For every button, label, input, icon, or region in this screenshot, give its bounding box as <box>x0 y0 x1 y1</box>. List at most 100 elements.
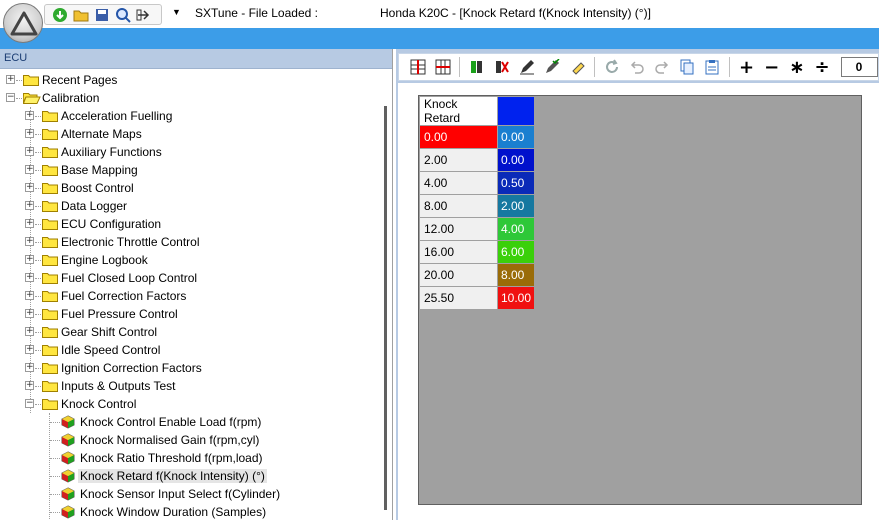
table-row: 4.00 0.50 <box>419 171 536 195</box>
tree-item-boost-control[interactable]: Boost Control <box>61 181 134 195</box>
go-online-icon[interactable] <box>51 6 69 24</box>
value-cell[interactable]: 8.00 <box>496 263 536 287</box>
axis-cell[interactable]: 20.00 <box>419 263 498 287</box>
paste-icon[interactable] <box>700 55 725 79</box>
expand-icon[interactable]: + <box>25 201 34 210</box>
tree-item-calibration[interactable]: Calibration <box>42 91 99 105</box>
tree-item-auxiliary-functions[interactable]: Auxiliary Functions <box>61 145 162 159</box>
add-button[interactable]: + <box>734 57 759 78</box>
map-editor-pane: + − ∗ ÷ 0 Knock Retard 0.00 0.00 2.00 0.00 4… <box>396 49 879 520</box>
expand-icon[interactable]: + <box>25 291 34 300</box>
axis-cell[interactable]: 25.50 <box>419 286 498 310</box>
axis-cell[interactable]: 0.00 <box>419 125 498 149</box>
tree-item-electronic-throttle-control[interactable]: Electronic Throttle Control <box>61 235 200 249</box>
undo-icon[interactable] <box>624 55 649 79</box>
tree-item-gear-shift-control[interactable]: Gear Shift Control <box>61 325 157 339</box>
value-cell[interactable]: 4.00 <box>496 217 536 241</box>
edit-pencil-icon[interactable] <box>515 55 540 79</box>
axis-cell[interactable]: 12.00 <box>419 217 498 241</box>
open-file-icon[interactable] <box>72 6 90 24</box>
app-logo-icon[interactable] <box>3 3 43 43</box>
tree-item-knock-window-duration-samples[interactable]: Knock Window Duration (Samples) <box>80 505 266 519</box>
subtract-button[interactable]: − <box>759 57 784 78</box>
expand-icon[interactable]: + <box>25 255 34 264</box>
expand-icon[interactable]: + <box>25 237 34 246</box>
tree-item-data-logger[interactable]: Data Logger <box>61 199 127 213</box>
tree-item-inputs-outputs-test[interactable]: Inputs & Outputs Test <box>61 379 176 393</box>
insert-row-icon[interactable] <box>405 55 430 79</box>
tree-item-knock-control[interactable]: Knock Control <box>61 397 136 411</box>
value-cell[interactable]: 0.00 <box>496 125 536 149</box>
eraser-icon[interactable] <box>565 55 590 79</box>
tree-item-knock-ratio-threshold-f-rpm-load[interactable]: Knock Ratio Threshold f(rpm,load) <box>80 451 263 465</box>
tree-item-knock-retard-f-knock-intensity[interactable]: Knock Retard f(Knock Intensity) (°) <box>78 469 267 483</box>
expand-icon[interactable]: + <box>6 75 15 84</box>
expand-icon[interactable]: + <box>25 309 34 318</box>
expand-icon[interactable]: + <box>25 273 34 282</box>
axis-cell[interactable]: 4.00 <box>419 171 498 195</box>
tree-item-idle-speed-control[interactable]: Idle Speed Control <box>61 343 160 357</box>
divide-button[interactable]: ÷ <box>809 57 834 78</box>
operand-input[interactable]: 0 <box>840 57 878 77</box>
table-row: 0.00 0.00 <box>419 125 536 149</box>
expand-icon[interactable]: + <box>25 165 34 174</box>
insert-column-icon[interactable] <box>430 55 455 79</box>
tree-item-knock-normalised-gain-f-rpm-cyl[interactable]: Knock Normalised Gain f(rpm,cyl) <box>80 433 259 447</box>
value-cell[interactable]: 10.00 <box>496 286 536 310</box>
tree-item-base-mapping[interactable]: Base Mapping <box>61 163 138 177</box>
copy-icon[interactable] <box>675 55 700 79</box>
tree-item-acceleration-fuelling[interactable]: Acceleration Fuelling <box>61 109 172 123</box>
tree-scrollbar[interactable] <box>380 70 392 520</box>
map-cube-icon <box>61 433 77 447</box>
table-row: 20.00 8.00 <box>419 263 536 287</box>
tree-item-fuel-closed-loop-control[interactable]: Fuel Closed Loop Control <box>61 271 197 285</box>
collapse-icon[interactable]: − <box>25 399 34 408</box>
expand-icon[interactable]: + <box>25 183 34 192</box>
delete-axis-icon[interactable] <box>489 55 514 79</box>
tree-item-alternate-maps[interactable]: Alternate Maps <box>61 127 142 141</box>
knock-retard-table: Knock Retard 0.00 0.00 2.00 0.00 4.00 0.50 8.0… <box>419 96 536 310</box>
map-grid: Knock Retard 0.00 0.00 2.00 0.00 4.00 0.50 8.0… <box>418 95 862 505</box>
save-icon[interactable] <box>93 6 111 24</box>
value-cell[interactable]: 2.00 <box>496 194 536 218</box>
axis-cell[interactable]: 8.00 <box>419 194 498 218</box>
table-row: 16.00 6.00 <box>419 240 536 264</box>
tree-item-knock-sensor-input-select-f-cylinder[interactable]: Knock Sensor Input Select f(Cylinder) <box>80 487 280 501</box>
collapse-icon[interactable]: − <box>6 93 15 102</box>
axis-cell[interactable]: 16.00 <box>419 240 498 264</box>
expand-icon[interactable]: + <box>25 129 34 138</box>
table-header-value <box>496 96 536 126</box>
navigate-icon[interactable] <box>135 6 153 24</box>
multiply-button[interactable]: ∗ <box>784 57 809 78</box>
expand-icon[interactable]: + <box>25 381 34 390</box>
tree-item-engine-logbook[interactable]: Engine Logbook <box>61 253 148 267</box>
edit-checked-icon[interactable] <box>540 55 565 79</box>
expand-icon[interactable]: + <box>25 345 34 354</box>
tree-item-ignition-correction-factors[interactable]: Ignition Correction Factors <box>61 361 202 375</box>
scrollbar-thumb[interactable] <box>384 106 387 510</box>
tree-guide-line <box>49 413 50 520</box>
tree-guide-line <box>35 224 41 225</box>
tree-item-knock-control-enable-load-f-rpm[interactable]: Knock Control Enable Load f(rpm) <box>80 415 261 429</box>
expand-icon[interactable]: + <box>25 147 34 156</box>
tree-item-fuel-correction-factors[interactable]: Fuel Correction Factors <box>61 289 186 303</box>
expand-icon[interactable]: + <box>25 111 34 120</box>
tree-item-recent-pages[interactable]: Recent Pages <box>42 73 117 87</box>
add-axis-icon[interactable] <box>464 55 489 79</box>
expand-icon[interactable]: + <box>25 327 34 336</box>
folder-icon <box>42 290 58 302</box>
value-cell[interactable]: 0.50 <box>496 171 536 195</box>
tree-item-fuel-pressure-control[interactable]: Fuel Pressure Control <box>61 307 178 321</box>
expand-icon[interactable]: + <box>25 219 34 228</box>
tree-guide-line <box>35 332 41 333</box>
value-cell[interactable]: 0.00 <box>496 148 536 172</box>
chevron-down-icon[interactable]: ▼ <box>172 7 181 17</box>
redo-icon[interactable] <box>649 55 674 79</box>
search-icon[interactable] <box>114 6 132 24</box>
value-cell[interactable]: 6.00 <box>496 240 536 264</box>
expand-icon[interactable]: + <box>25 363 34 372</box>
tree-guide-line <box>35 206 41 207</box>
tree-item-ecu-configuration[interactable]: ECU Configuration <box>61 217 161 231</box>
refresh-icon[interactable] <box>599 55 624 79</box>
axis-cell[interactable]: 2.00 <box>419 148 498 172</box>
